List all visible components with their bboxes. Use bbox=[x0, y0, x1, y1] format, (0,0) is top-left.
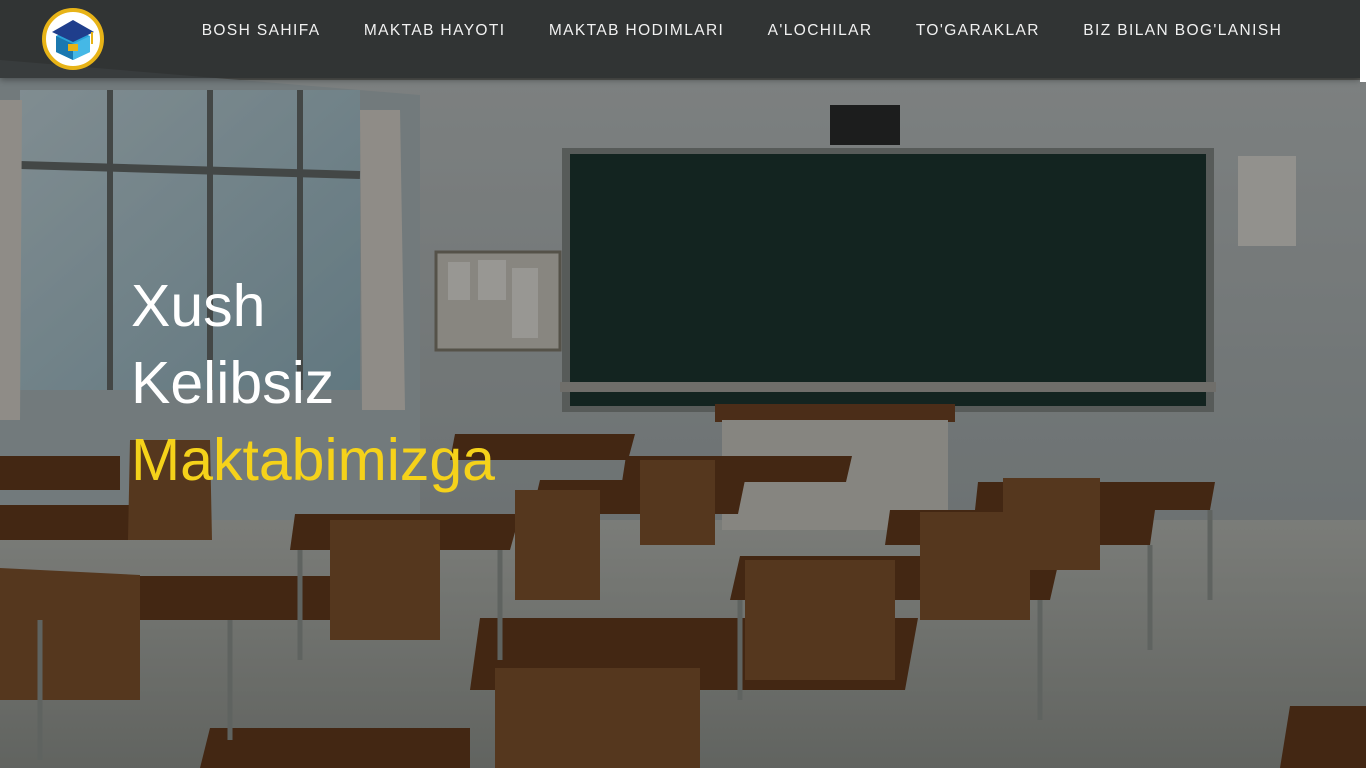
graduation-cap-box-icon bbox=[52, 20, 94, 60]
nav-item-biz-bilan-boglanish[interactable]: BIZ BILAN BOG'LANISH bbox=[1062, 22, 1304, 40]
hero-headline: Xush Kelibsiz Maktabimizga bbox=[131, 268, 495, 499]
nav-item-maktab-hayoti[interactable]: MAKTAB HAYOTI bbox=[342, 22, 527, 40]
page-edge-strip bbox=[1360, 0, 1366, 82]
nav-item-togaraklar[interactable]: TO'GARAKLAR bbox=[894, 22, 1061, 40]
school-logo[interactable] bbox=[42, 8, 104, 70]
nav-item-maktab-hodimlari[interactable]: MAKTAB HODIMLARI bbox=[527, 22, 746, 40]
top-navbar: BOSH SAHIFA MAKTAB HAYOTI MAKTAB HODIMLA… bbox=[0, 0, 1360, 78]
nav-item-alochilar[interactable]: A'LOCHILAR bbox=[746, 22, 894, 40]
main-nav: BOSH SAHIFA MAKTAB HAYOTI MAKTAB HODIMLA… bbox=[180, 0, 1304, 62]
headline-line-3: Maktabimizga bbox=[131, 427, 495, 493]
headline-line-2: Kelibsiz bbox=[131, 350, 335, 416]
headline-line-1: Xush bbox=[131, 273, 266, 339]
nav-item-bosh-sahifa[interactable]: BOSH SAHIFA bbox=[180, 22, 342, 40]
